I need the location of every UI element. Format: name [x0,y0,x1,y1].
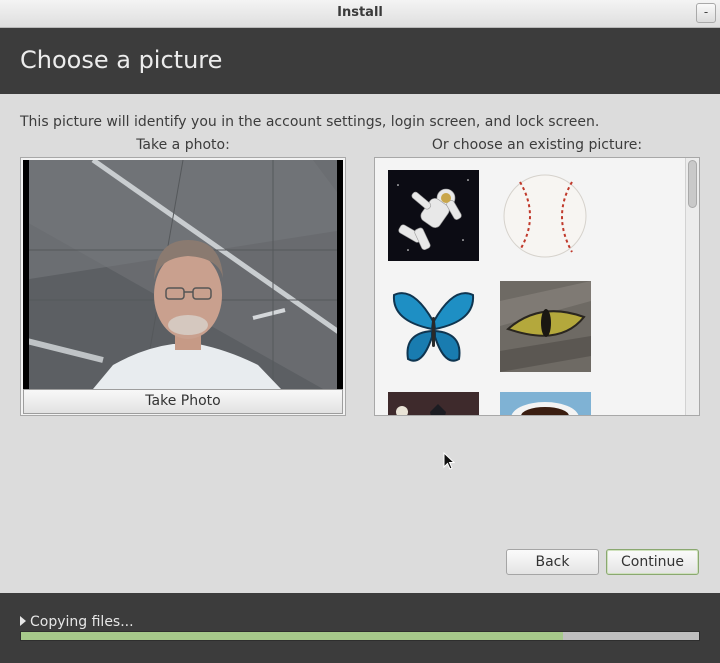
expander-arrow-icon[interactable] [20,616,26,626]
butterfly-icon[interactable] [388,281,479,372]
gallery-scrollbar[interactable] [685,158,699,415]
page-title: Choose a picture [20,46,223,74]
take-photo-button[interactable]: Take Photo [23,389,343,414]
window-titlebar: Install - [0,0,720,28]
status-text: Copying files... [30,614,134,630]
cat-eye-icon[interactable] [500,281,591,372]
webcam-preview [23,160,343,389]
minimize-button[interactable]: - [696,3,716,23]
page-header: Choose a picture [0,28,720,94]
astronaut-icon[interactable] [388,170,479,261]
chess-icon[interactable] [388,392,479,415]
progress-fill [21,632,564,640]
picture-gallery [374,157,700,416]
photo-panel: Take Photo [20,157,346,416]
coffee-cup-icon[interactable] [500,392,591,415]
gallery-scrollbar-thumb[interactable] [688,160,697,208]
webcam-image [23,160,343,389]
existing-picture-label: Or choose an existing picture: [431,137,643,153]
take-photo-label: Take a photo: [136,137,230,153]
install-status[interactable]: Copying files... [20,614,134,630]
mouse-cursor-icon [443,452,455,470]
back-button[interactable]: Back [506,549,599,575]
install-footer: Copying files... [0,593,720,663]
description-text: This picture will identify you in the ac… [20,114,600,130]
continue-button[interactable]: Continue [606,549,699,575]
window-title: Install [337,5,383,20]
install-progress-bar [20,631,700,641]
baseball-icon[interactable] [500,170,591,261]
